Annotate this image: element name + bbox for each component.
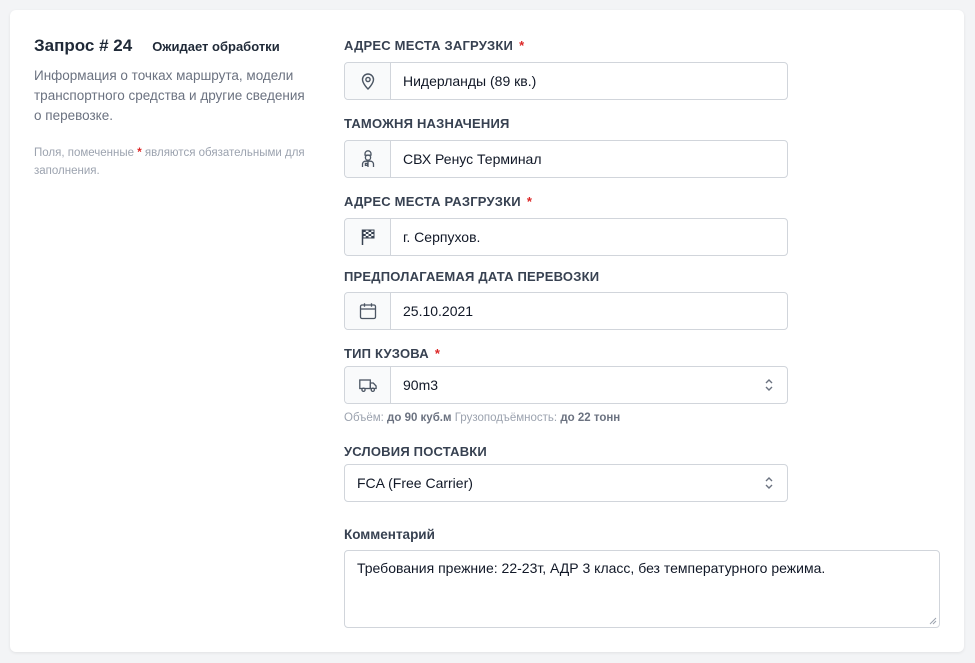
customs-field[interactable]: СВХ Ренус Терминал	[344, 140, 788, 178]
volume-label: Объём:	[344, 412, 384, 424]
resize-handle-icon[interactable]	[927, 615, 937, 625]
comment-text: Требования прежние: 22-23т, АДР 3 класс,…	[357, 560, 826, 576]
loading-address-field[interactable]: Нидерланды (89 кв.)	[344, 62, 788, 100]
comment-textarea[interactable]: Требования прежние: 22-23т, АДР 3 класс,…	[344, 550, 940, 628]
body-type-select[interactable]: 90m3	[344, 366, 788, 404]
capacity-label: Грузоподъёмность:	[454, 412, 558, 424]
loading-address-label: АДРЕС МЕСТА ЗАГРУЗКИ *	[344, 38, 524, 53]
loading-address-input[interactable]: Нидерланды (89 кв.)	[391, 63, 787, 99]
location-pin-icon	[345, 63, 391, 99]
delivery-terms-select[interactable]: FCA (Free Carrier)	[344, 464, 788, 502]
unloading-address-label-text: АДРЕС МЕСТА РАЗГРУЗКИ	[344, 194, 521, 209]
unloading-address-input[interactable]: г. Серпухов.	[391, 219, 787, 255]
customs-input[interactable]: СВХ Ренус Терминал	[391, 141, 787, 177]
delivery-terms-value: FCA (Free Carrier)	[357, 475, 473, 491]
required-star: *	[434, 346, 441, 361]
unloading-address-label: АДРЕС МЕСТА РАЗГРУЗКИ *	[344, 194, 532, 209]
date-label-text: ПРЕДПОЛАГАЕМАЯ ДАТА ПЕРЕВОЗКИ	[344, 269, 600, 284]
customs-label-text: ТАМОЖНЯ НАЗНАЧЕНИЯ	[344, 116, 510, 131]
date-input[interactable]: 25.10.2021	[391, 293, 787, 329]
required-note: Поля, помеченные * являются обязательным…	[34, 144, 314, 180]
checkered-flag-icon	[345, 219, 391, 255]
calendar-icon	[345, 293, 391, 329]
volume-value: до 90 куб.м	[387, 412, 452, 424]
loading-address-label-text: АДРЕС МЕСТА ЗАГРУЗКИ	[344, 38, 514, 53]
request-title: Запрос # 24	[34, 36, 133, 55]
capacity-value: до 22 тонн	[560, 412, 621, 424]
request-card: Запрос # 24 Ожидает обработки Информация…	[10, 10, 964, 652]
date-field[interactable]: 25.10.2021	[344, 292, 788, 330]
chevron-up-down-icon	[751, 367, 787, 403]
date-label: ПРЕДПОЛАГАЕМАЯ ДАТА ПЕРЕВОЗКИ	[344, 269, 599, 284]
body-type-hint: Объём: до 90 куб.м Грузоподъёмность: до …	[344, 412, 620, 424]
customs-officer-icon	[345, 141, 391, 177]
comment-label: Комментарий	[344, 527, 435, 542]
request-info: Запрос # 24 Ожидает обработки Информация…	[34, 36, 314, 180]
chevron-up-down-icon	[751, 465, 787, 501]
body-type-label: ТИП КУЗОВА *	[344, 346, 440, 361]
required-note-prefix: Поля, помеченные	[34, 147, 135, 159]
required-star: *	[519, 38, 525, 53]
customs-label: ТАМОЖНЯ НАЗНАЧЕНИЯ	[344, 116, 510, 131]
status-badge: Ожидает обработки	[152, 39, 280, 54]
unloading-address-field[interactable]: г. Серпухов.	[344, 218, 788, 256]
truck-icon	[345, 367, 391, 403]
request-description: Информация о точках маршрута, модели тра…	[34, 68, 305, 123]
body-type-label-text: ТИП КУЗОВА	[344, 346, 429, 361]
delivery-terms-label: УСЛОВИЯ ПОСТАВКИ	[344, 444, 487, 459]
delivery-terms-label-text: УСЛОВИЯ ПОСТАВКИ	[344, 444, 487, 459]
body-type-value: 90m3	[403, 377, 439, 393]
required-star: *	[137, 147, 142, 159]
required-star: *	[526, 194, 533, 209]
